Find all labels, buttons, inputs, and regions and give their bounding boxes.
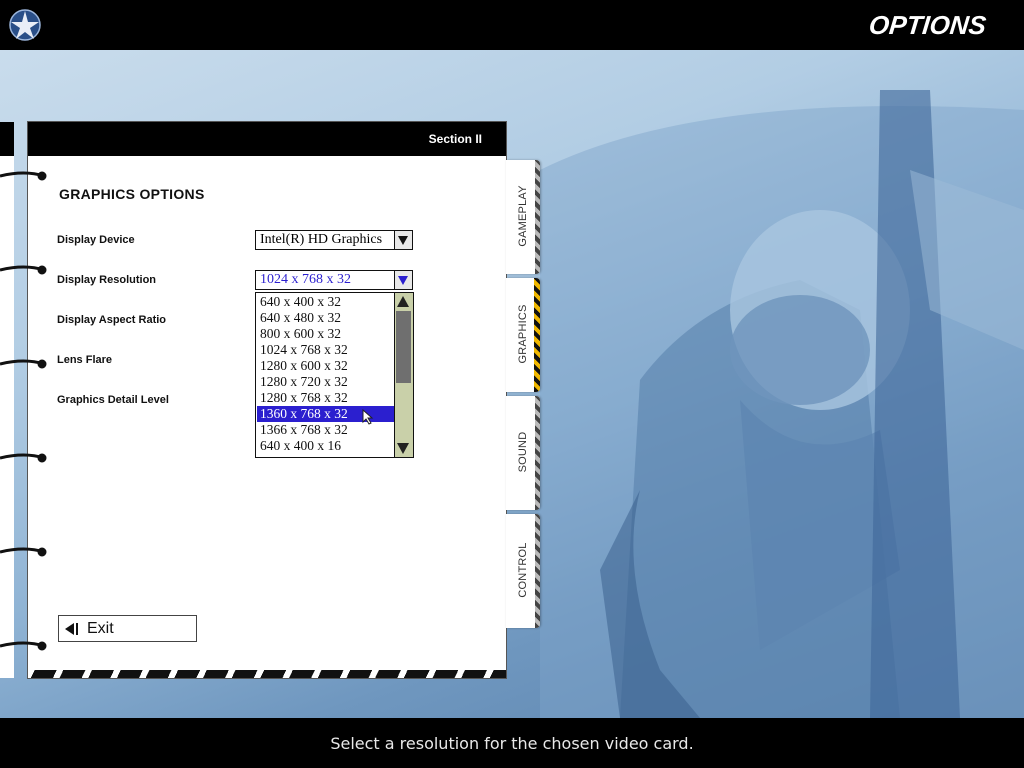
tab-gameplay-label: GAMEPLAY — [517, 185, 529, 247]
display-device-value: Intel(R) HD Graphics — [260, 232, 383, 247]
exit-label: Exit — [87, 620, 114, 637]
lens-flare-label: Lens Flare — [57, 354, 113, 366]
spiral-binding — [0, 171, 47, 651]
tab-graphics-label: GRAPHICS — [517, 304, 529, 364]
resolution-option[interactable]: 640 x 400 x 32 — [257, 294, 395, 310]
status-bar: Select a resolution for the chosen video… — [0, 718, 1024, 768]
chevron-down-icon — [398, 276, 408, 285]
page-title: OPTIONS — [867, 10, 988, 40]
display-device-label: Display Device — [57, 234, 135, 246]
scroll-down-arrow-icon[interactable] — [397, 443, 409, 454]
display-aspect-ratio-label: Display Aspect Ratio — [57, 314, 167, 326]
back-arrow-icon — [65, 623, 78, 635]
graphics-options-heading: GRAPHICS OPTIONS — [59, 186, 205, 202]
resolution-option[interactable]: 1024 x 768 x 32 — [257, 342, 395, 358]
tab-sound-label: SOUND — [517, 431, 529, 473]
resolution-option[interactable]: 640 x 400 x 16 — [257, 438, 395, 454]
tab-stripe — [535, 160, 540, 274]
section-label: Section II — [428, 132, 482, 146]
scrollbar-thumb[interactable] — [396, 311, 411, 383]
tab-stripe — [535, 396, 540, 510]
page-header: Section II — [28, 122, 506, 156]
chevron-down-icon — [398, 236, 408, 245]
top-bar: OPTIONS — [0, 0, 1024, 50]
options-page: Section II GRAPHICS OPTIONS Display Devi… — [28, 122, 506, 678]
tab-control-label: CONTROL — [517, 542, 529, 598]
display-resolution-dropdown[interactable]: 1024 x 768 x 32 — [255, 270, 413, 290]
resolution-option[interactable]: 800 x 600 x 32 — [257, 326, 395, 342]
tab-graphics[interactable]: GRAPHICS — [506, 278, 540, 392]
exit-button[interactable]: Exit — [58, 615, 197, 642]
dropdown-arrow-button[interactable] — [394, 271, 412, 289]
dropdown-arrow-button[interactable] — [394, 231, 412, 249]
resolution-option[interactable]: 1280 x 720 x 32 — [257, 374, 395, 390]
status-text: Select a resolution for the chosen video… — [330, 734, 694, 753]
display-device-dropdown[interactable]: Intel(R) HD Graphics — [255, 230, 413, 250]
display-resolution-label: Display Resolution — [57, 274, 157, 286]
resolution-option[interactable]: 640 x 480 x 32 — [257, 310, 395, 326]
tab-gameplay[interactable]: GAMEPLAY — [506, 160, 540, 274]
mouse-cursor-icon — [362, 409, 374, 425]
scroll-up-arrow-icon[interactable] — [397, 296, 409, 307]
page-footer-stripes — [28, 670, 506, 678]
list-scrollbar[interactable] — [394, 293, 413, 457]
resolution-option[interactable]: 1280 x 768 x 32 — [257, 390, 395, 406]
display-resolution-value: 1024 x 768 x 32 — [260, 272, 351, 287]
resolution-options-list[interactable]: 640 x 400 x 32 640 x 480 x 32 800 x 600 … — [255, 292, 414, 458]
resolution-option[interactable]: 1280 x 600 x 32 — [257, 358, 395, 374]
tab-sound[interactable]: SOUND — [506, 396, 540, 510]
tab-control[interactable]: CONTROL — [506, 514, 540, 628]
graphics-detail-level-label: Graphics Detail Level — [57, 394, 169, 406]
tab-stripe — [535, 514, 540, 628]
tab-stripe — [534, 278, 540, 392]
